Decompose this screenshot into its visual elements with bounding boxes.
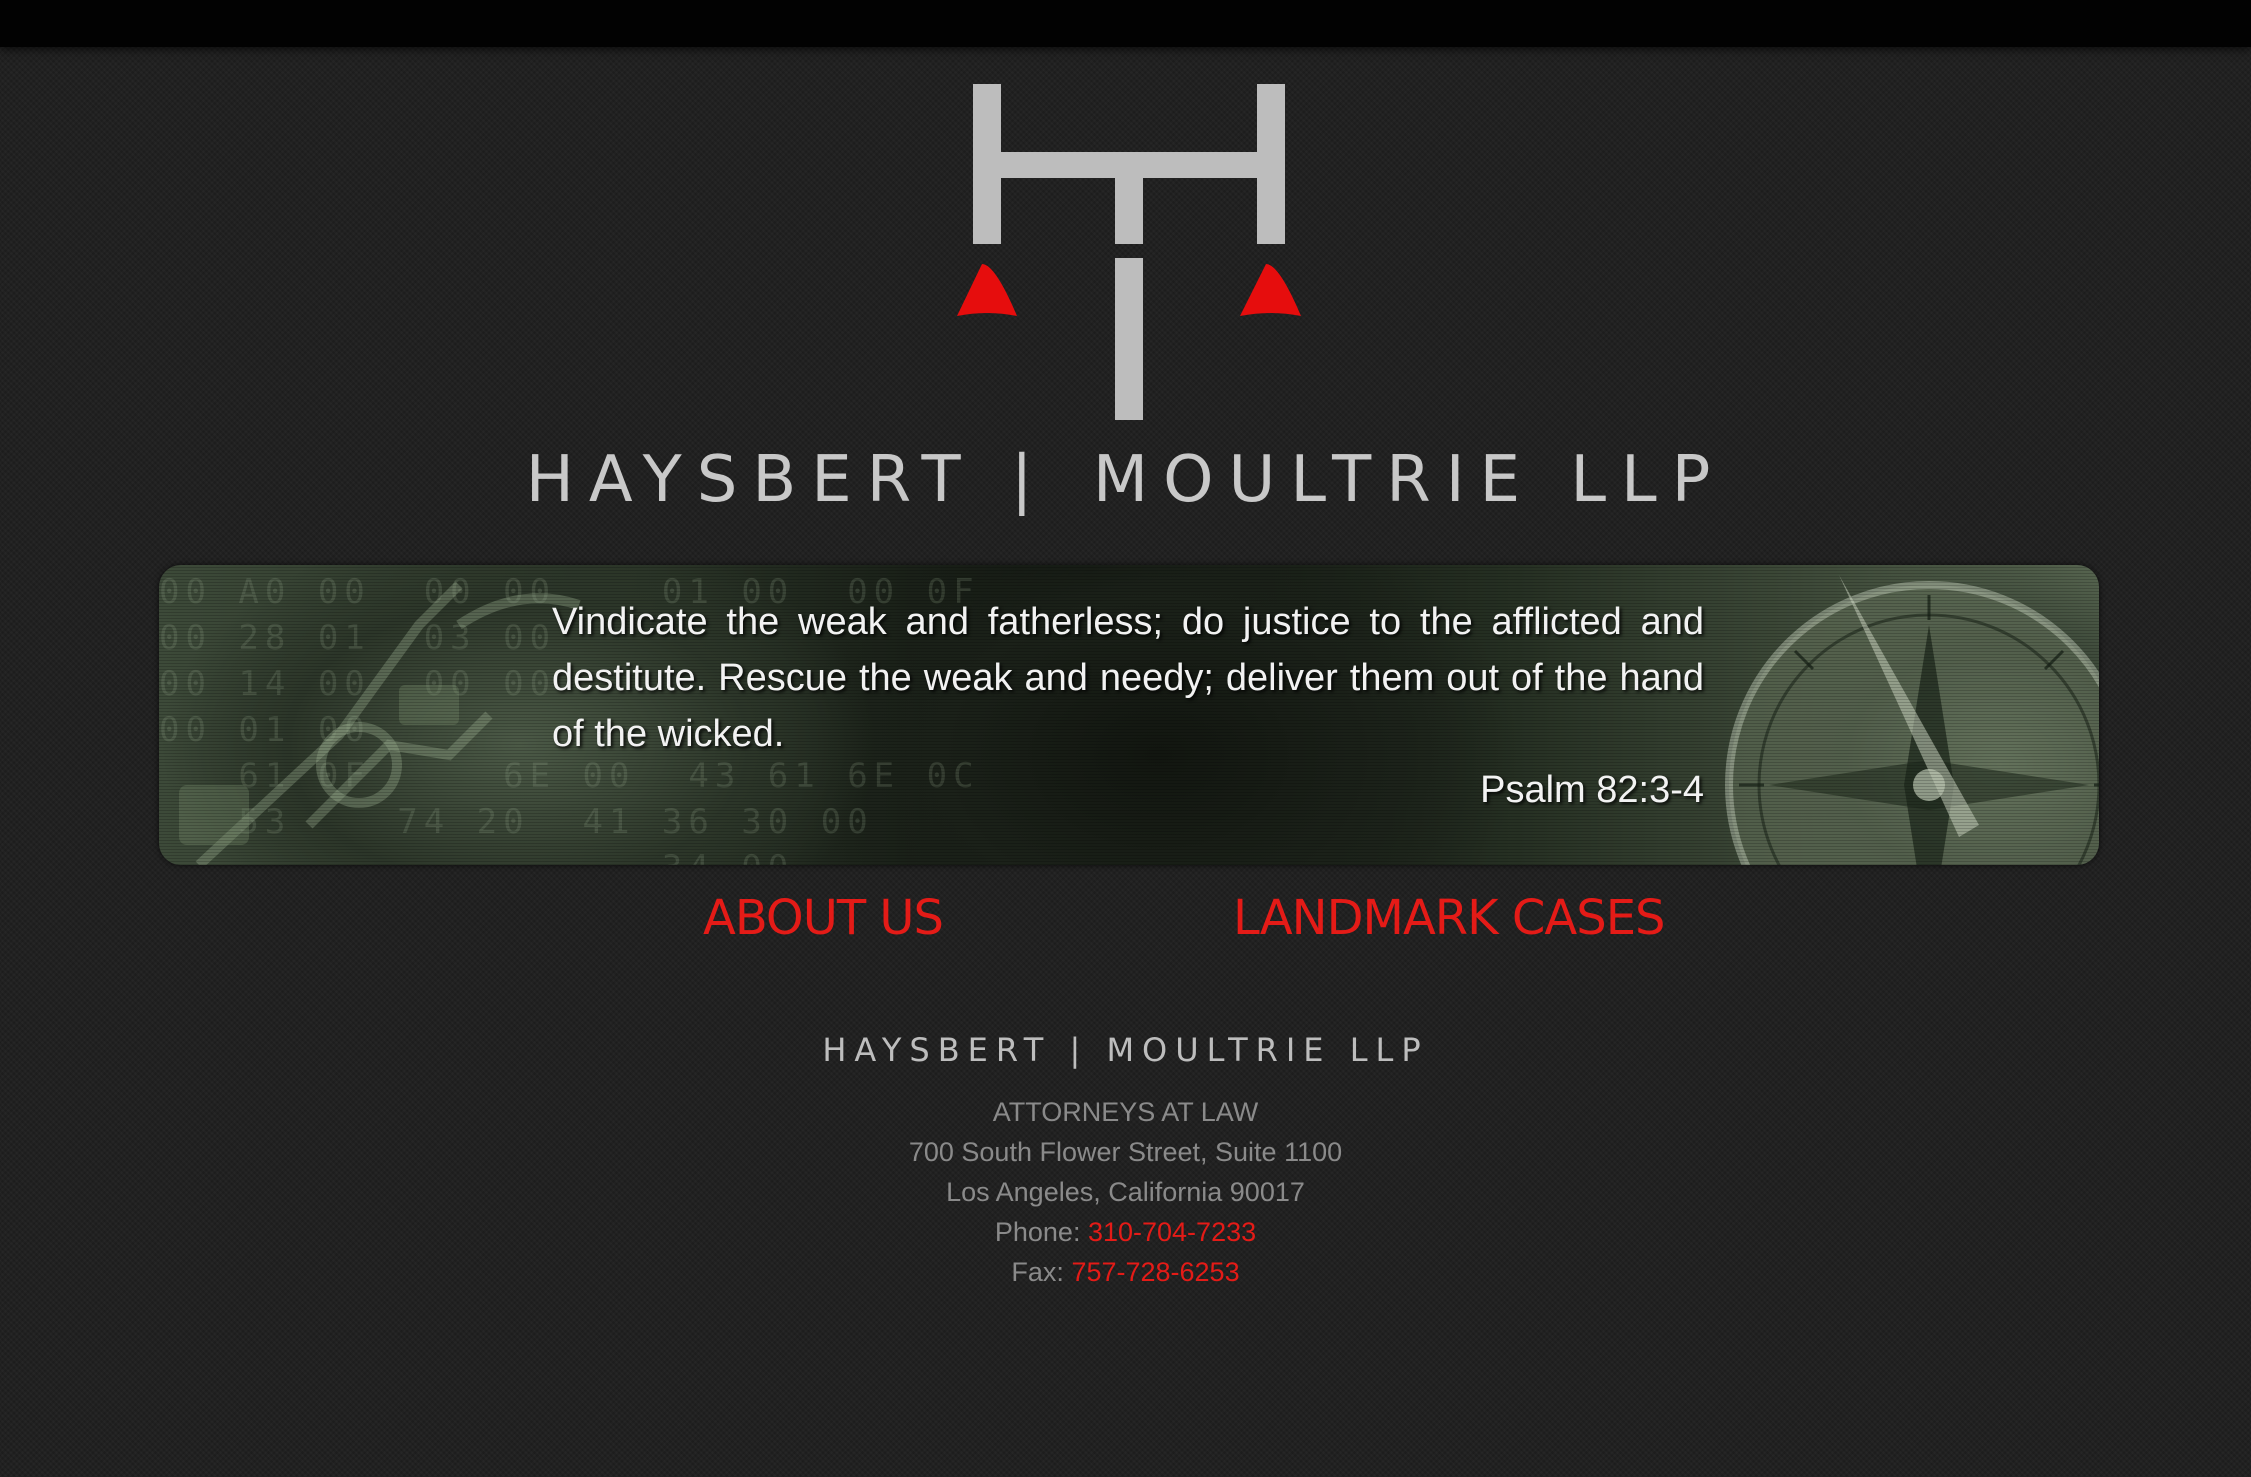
firm-logo-icon <box>957 84 1301 420</box>
footer-phone: Phone: 310-704-7233 <box>0 1212 2251 1252</box>
top-bar <box>0 0 2251 47</box>
firm-title-right: MOULTRIE LLP <box>1092 443 1726 517</box>
footer-fax-label: Fax: <box>1011 1257 1064 1287</box>
footer-address-line2: Los Angeles, California 90017 <box>946 1177 1305 1207</box>
footer-address-line1: 700 South Flower Street, Suite 1100 <box>908 1137 1343 1167</box>
firm-title-separator: | <box>1010 443 1048 517</box>
firm-title-left: HAYSBERT <box>525 443 976 517</box>
footer-phone-label: Phone: <box>994 1217 1081 1247</box>
footer-firm-name: HAYSBERT | MOULTRIE LLP <box>0 1027 2251 1073</box>
banner-citation: Psalm 82:3-4 <box>1480 769 1704 811</box>
footer-fax: Fax: 757-728-6253 <box>0 1252 2251 1292</box>
footer-firm-separator: | <box>1069 1031 1089 1069</box>
footer-firm-left: HAYSBERT <box>822 1031 1052 1069</box>
nav-about-us-link[interactable]: ABOUT US <box>703 888 944 948</box>
footer-phone-link[interactable]: 310-704-7233 <box>1088 1217 1256 1247</box>
footer-tagline: ATTORNEYS AT LAW <box>992 1097 1259 1127</box>
nav-landmark-cases-link[interactable]: LANDMARK CASES <box>1233 888 1665 948</box>
banner-quote: Vindicate the weak and fatherless; do ju… <box>552 601 1704 755</box>
footer-contact: ATTORNEYS AT LAW 700 South Flower Street… <box>0 1092 2251 1292</box>
firm-title: HAYSBERT | MOULTRIE LLP <box>0 440 2251 520</box>
footer-fax-link[interactable]: 757-728-6253 <box>1071 1257 1239 1287</box>
footer-firm-right: MOULTRIE LLP <box>1106 1031 1429 1069</box>
